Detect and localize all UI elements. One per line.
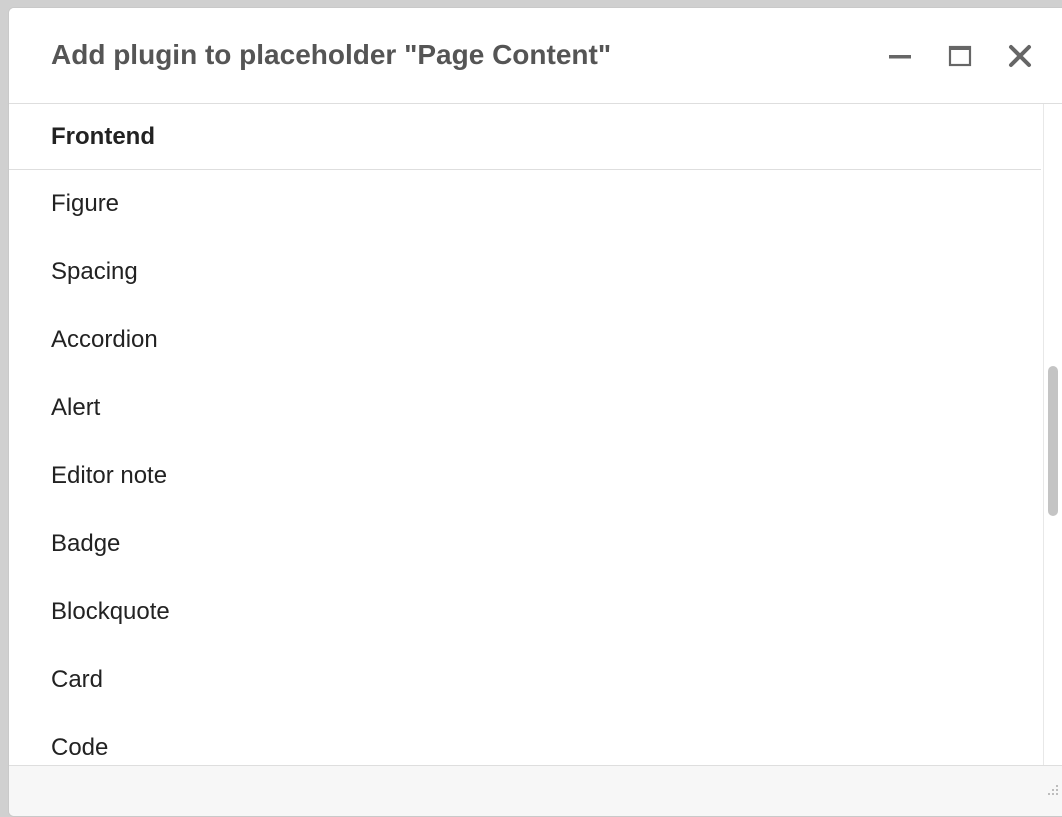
minimize-button[interactable] (885, 40, 917, 72)
plugin-item-badge[interactable]: Badge (9, 510, 1041, 578)
close-button[interactable] (1004, 40, 1036, 72)
minimize-icon (889, 55, 911, 59)
scrollbar-thumb[interactable] (1048, 366, 1058, 516)
plugin-item-code[interactable]: Code (9, 714, 1041, 765)
dialog-footer (9, 765, 1062, 816)
maximize-button[interactable] (945, 40, 977, 72)
plugin-item-editor-note[interactable]: Editor note (9, 442, 1041, 510)
vertical-scrollbar[interactable] (1043, 104, 1062, 765)
maximize-icon (948, 45, 972, 67)
plugin-item-spacing[interactable]: Spacing (9, 238, 1041, 306)
dialog-title: Add plugin to placeholder "Page Content" (51, 39, 612, 70)
add-plugin-dialog: Add plugin to placeholder "Page Content"… (8, 7, 1062, 817)
plugin-item-blockquote[interactable]: Blockquote (9, 578, 1041, 646)
plugin-group-header: Frontend (9, 104, 1041, 170)
dialog-header[interactable]: Add plugin to placeholder "Page Content" (9, 8, 1062, 104)
close-icon (1009, 45, 1031, 67)
plugin-list: Figure Spacing Accordion Alert Editor no… (9, 170, 1041, 765)
plugin-item-figure[interactable]: Figure (9, 170, 1041, 238)
resize-grip-icon[interactable] (1045, 784, 1059, 798)
plugin-item-accordion[interactable]: Accordion (9, 306, 1041, 374)
plugin-item-alert[interactable]: Alert (9, 374, 1041, 442)
plugin-picker-body: Frontend Figure Spacing Accordion Alert … (9, 104, 1041, 765)
plugin-item-card[interactable]: Card (9, 646, 1041, 714)
